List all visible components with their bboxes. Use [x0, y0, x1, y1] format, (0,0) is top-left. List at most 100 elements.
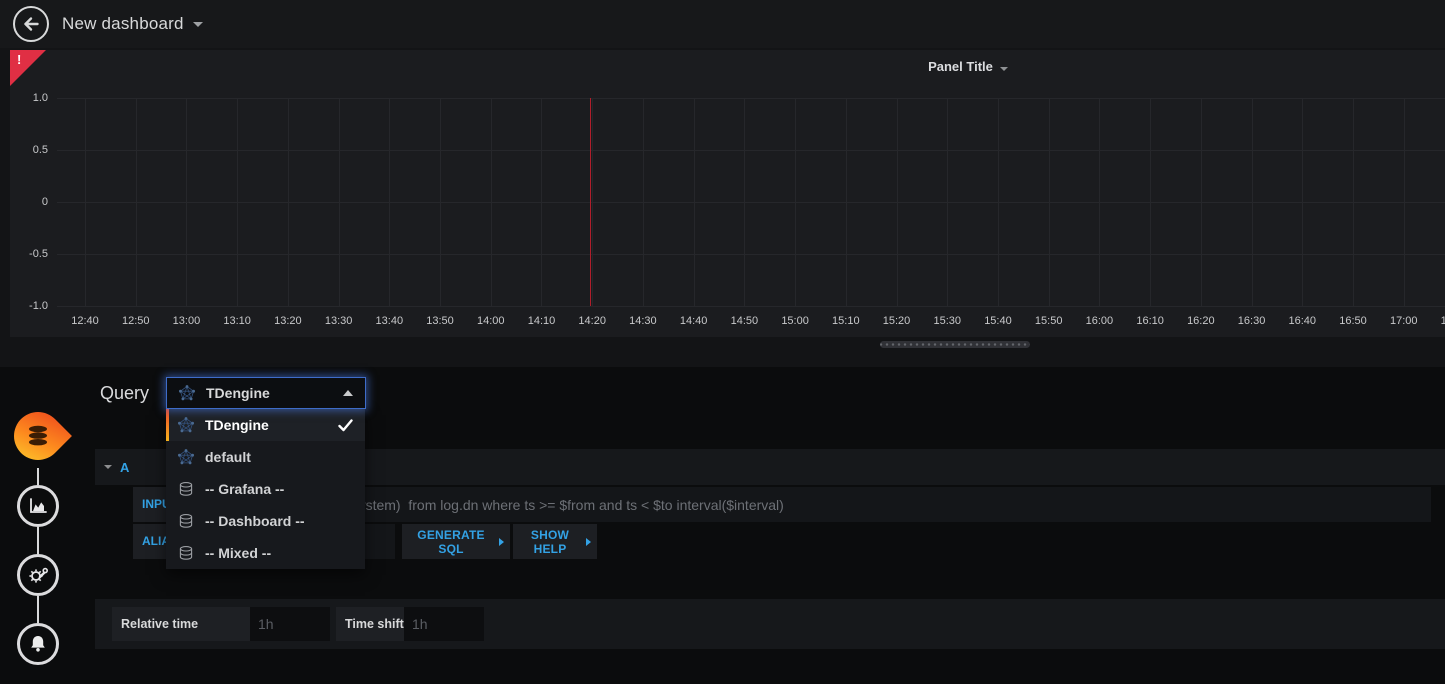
chevron-right-icon	[499, 538, 504, 546]
grid-line-vertical	[694, 98, 695, 306]
grid-line-vertical	[237, 98, 238, 306]
grafana-app: New dashboard ! Panel Title 1.00.50-0.5-…	[0, 0, 1445, 684]
chevron-down-icon	[104, 465, 112, 469]
queries-tab-content: Query TDengine TDengine	[95, 367, 1445, 684]
generate-sql-button[interactable]: GENERATE SQL	[402, 524, 510, 559]
dashboard-title-dropdown[interactable]: New dashboard	[62, 0, 203, 48]
x-axis-tick-label: 13:00	[164, 314, 208, 328]
x-axis-tick-label: 13:20	[266, 314, 310, 328]
query-letter: A	[120, 460, 129, 475]
show-help-button[interactable]: SHOW HELP	[513, 524, 597, 559]
database-icon	[25, 423, 51, 449]
x-axis-tick-label: 16:50	[1331, 314, 1375, 328]
grid-line-horizontal	[57, 150, 1445, 151]
x-axis-tick-label: 15:30	[925, 314, 969, 328]
x-axis-tick-label: 13:50	[418, 314, 462, 328]
grid-line-vertical	[947, 98, 948, 306]
x-axis-tick-label: 12:40	[63, 314, 107, 328]
relative-time-input[interactable]	[250, 607, 330, 641]
chevron-down-icon	[193, 22, 203, 27]
back-button[interactable]	[13, 6, 49, 42]
x-axis-tick-label: 14:20	[570, 314, 614, 328]
grid-line-horizontal	[57, 202, 1445, 203]
tab-connector-line	[37, 468, 39, 485]
annotation-vline	[590, 98, 591, 306]
x-axis-tick-label: 15:50	[1027, 314, 1071, 328]
dashboard-canvas: ! Panel Title 1.00.50-0.5-1.012:4012:501…	[0, 48, 1445, 367]
time-series-plot: 1.00.50-0.5-1.012:4012:5013:0013:1013:20…	[10, 50, 1445, 337]
datasource-option-mixed[interactable]: -- Mixed --	[166, 537, 365, 569]
y-axis-tick-label: -1.0	[10, 299, 48, 313]
x-axis-tick-label: 16:30	[1230, 314, 1274, 328]
y-axis-tick-label: 1.0	[10, 91, 48, 105]
datasource-option-dashboard[interactable]: -- Dashboard --	[166, 505, 365, 537]
datasource-option-grafana[interactable]: -- Grafana --	[166, 473, 365, 505]
sql-input[interactable]	[237, 487, 1431, 522]
grid-line-vertical	[1353, 98, 1354, 306]
relative-time-label: Relative time	[112, 607, 250, 641]
dashboard-title-text: New dashboard	[62, 14, 184, 34]
x-axis-tick-label: 14:30	[621, 314, 665, 328]
datasource-option-tdengine[interactable]: TDengine	[166, 409, 365, 441]
x-axis-tick-label: 15:20	[875, 314, 919, 328]
tdengine-icon	[178, 417, 194, 433]
datasource-option-default[interactable]: default	[166, 441, 365, 473]
gear-wrench-icon	[26, 563, 50, 587]
grid-line-vertical	[85, 98, 86, 306]
grid-line-vertical	[186, 98, 187, 306]
x-axis-tick-label: 14:10	[519, 314, 563, 328]
database-icon	[178, 481, 194, 497]
tab-queries[interactable]	[4, 402, 72, 470]
y-axis-tick-label: 0	[10, 195, 48, 209]
grid-line-horizontal	[57, 254, 1445, 255]
datasource-menu: TDengine default -- Grafana --	[166, 409, 365, 569]
datasource-selected-value: TDengine	[206, 385, 270, 401]
x-axis-tick-label: 15:00	[773, 314, 817, 328]
grid-line-vertical	[592, 98, 593, 306]
grid-line-vertical	[1049, 98, 1050, 306]
grid-line-vertical	[288, 98, 289, 306]
tab-connector-line	[37, 596, 39, 623]
grid-line-vertical	[339, 98, 340, 306]
query-section-label: Query	[100, 383, 149, 404]
tdengine-icon	[179, 385, 195, 401]
x-axis-tick-label: 15:40	[976, 314, 1020, 328]
grid-line-vertical	[1201, 98, 1202, 306]
time-shift-input[interactable]	[404, 607, 484, 641]
grid-line-horizontal	[57, 306, 1445, 307]
selected-option-stripe	[166, 409, 169, 441]
grid-line-vertical	[1252, 98, 1253, 306]
grid-line-vertical	[897, 98, 898, 306]
x-axis-tick-label: 16:10	[1128, 314, 1172, 328]
panel-resize-handle[interactable]	[880, 341, 1030, 348]
grid-line-vertical	[643, 98, 644, 306]
x-axis-tick-label: 13:10	[215, 314, 259, 328]
datasource-select[interactable]: TDengine	[166, 377, 366, 409]
grid-line-vertical	[440, 98, 441, 306]
tab-visualization[interactable]	[17, 485, 59, 527]
x-axis-tick-label: 15:10	[824, 314, 868, 328]
database-icon	[178, 513, 194, 529]
grid-line-vertical	[389, 98, 390, 306]
chart-icon	[27, 496, 49, 516]
tab-connector-line	[37, 527, 39, 554]
navbar: New dashboard	[0, 0, 1445, 48]
grid-line-vertical	[998, 98, 999, 306]
grid-line-vertical	[1150, 98, 1151, 306]
grid-line-horizontal	[57, 98, 1445, 99]
check-icon	[338, 419, 353, 432]
x-axis-tick-label: 14:00	[469, 314, 513, 328]
x-axis-tick-label: 16:40	[1280, 314, 1324, 328]
x-axis-tick-label: 13:30	[317, 314, 361, 328]
y-axis-tick-label: 0.5	[10, 143, 48, 157]
chevron-up-icon	[343, 390, 353, 396]
x-axis-tick-label: 12:50	[114, 314, 158, 328]
time-shift-label: Time shift	[336, 607, 404, 641]
tab-alert[interactable]	[17, 623, 59, 665]
grid-line-vertical	[744, 98, 745, 306]
editor-tab-rail	[0, 367, 90, 684]
grid-line-vertical	[846, 98, 847, 306]
grid-line-vertical	[491, 98, 492, 306]
tab-general[interactable]	[17, 554, 59, 596]
panel-editor: Query TDengine TDengine	[0, 367, 1445, 684]
